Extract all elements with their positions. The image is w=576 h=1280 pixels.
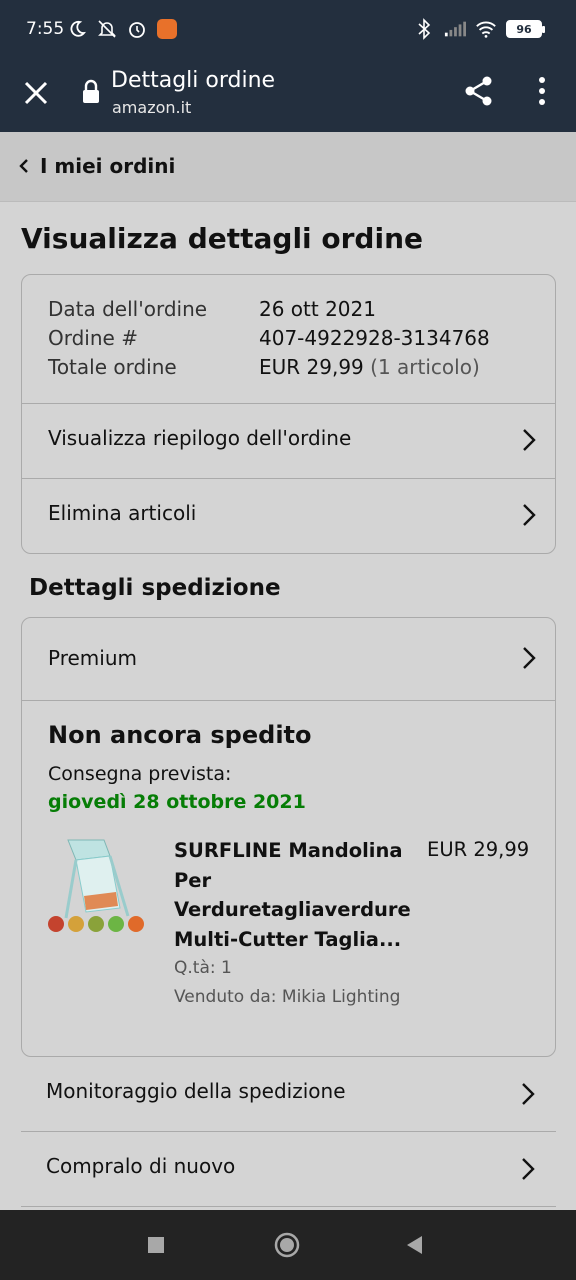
wifi-icon [475, 18, 497, 40]
square-icon [148, 1237, 164, 1253]
back-bar: I miei ordini [0, 132, 576, 202]
product-price: EUR 29,99 [427, 838, 530, 861]
lock-icon [80, 79, 102, 105]
alarm-icon [126, 18, 148, 40]
more-vert-icon [539, 77, 545, 105]
order-date-label: Data dell'ordine [48, 297, 208, 321]
premium-shipping-link[interactable]: Premium [22, 618, 555, 700]
shipment-status: Non ancora spedito [48, 721, 312, 749]
more-options-button[interactable] [530, 74, 554, 108]
share-button[interactable] [462, 74, 496, 108]
home-button[interactable] [271, 1229, 303, 1261]
status-icons-right: 96 [413, 18, 545, 40]
chevron-right-icon [522, 1158, 535, 1180]
delivery-date: giovedì 28 ottobre 2021 [48, 791, 306, 813]
back-link-label: I miei ordini [40, 154, 176, 178]
order-summary-link[interactable]: Visualizza riepilogo dell'ordine [22, 404, 555, 478]
premium-shipping-label: Premium [48, 646, 137, 670]
delete-items-link[interactable]: Elimina articoli [22, 479, 555, 553]
home-circle-icon [274, 1232, 300, 1258]
product-image[interactable] [46, 836, 150, 946]
chevron-left-icon [19, 159, 28, 173]
shipping-section-title: Dettagli spedizione [29, 575, 281, 601]
product-title-link[interactable]: SURFLINE Mandolina Per Verduretagliaverd… [174, 836, 412, 954]
browser-toolbar: Dettagli ordine amazon.it [0, 58, 576, 132]
back-button[interactable] [398, 1229, 430, 1261]
main-title: Visualizza dettagli ordine [21, 222, 423, 255]
moon-icon [66, 18, 88, 40]
close-icon [24, 81, 48, 105]
close-button[interactable] [20, 77, 52, 109]
order-total-items: (1 articolo) [370, 355, 480, 379]
bell-off-icon [96, 18, 118, 40]
page-domain: amazon.it [112, 98, 192, 117]
chevron-right-icon [522, 1083, 535, 1105]
chevron-right-icon [523, 647, 536, 669]
delete-items-link-label: Elimina articoli [48, 501, 197, 525]
back-triangle-icon [407, 1236, 422, 1254]
order-total-amount: EUR 29,99 [259, 355, 364, 379]
back-link-my-orders[interactable]: I miei ordini [18, 154, 175, 178]
recents-button[interactable] [140, 1229, 172, 1261]
buy-again-link[interactable]: Compralo di nuovo [21, 1132, 556, 1207]
order-summary-link-label: Visualizza riepilogo dell'ordine [48, 426, 352, 450]
status-bar: 7:55 96 [0, 0, 576, 58]
app-icon [156, 18, 178, 40]
chevron-right-icon [523, 504, 536, 526]
product-quantity: Q.tà: 1 [174, 958, 232, 978]
status-icons-left [66, 18, 178, 40]
signal-icon [444, 18, 466, 40]
share-icon [465, 76, 492, 106]
buy-again-label: Compralo di nuovo [46, 1154, 236, 1178]
order-total-value: EUR 29,99 (1 articolo) [259, 355, 480, 379]
order-number-label: Ordine # [48, 326, 138, 350]
track-shipment-label: Monitoraggio della spedizione [46, 1079, 346, 1103]
shipping-card: Premium Non ancora spedito Consegna prev… [21, 617, 556, 1057]
system-nav-bar [0, 1210, 576, 1280]
page-title: Dettagli ordine [111, 68, 276, 93]
order-number-value: 407-4922928-3134768 [259, 326, 490, 350]
order-date-value: 26 ott 2021 [259, 297, 376, 321]
track-shipment-link[interactable]: Monitoraggio della spedizione [21, 1057, 556, 1132]
delivery-label: Consegna prevista: [48, 763, 232, 785]
status-time: 7:55 [26, 19, 65, 39]
divider [22, 700, 555, 701]
battery-icon: 96 [506, 20, 545, 38]
order-total-label: Totale ordine [48, 355, 177, 379]
bluetooth-icon [413, 18, 435, 40]
product-seller: Venduto da: Mikia Lighting [174, 987, 401, 1007]
order-summary-card: Data dell'ordine 26 ott 2021 Ordine # 40… [21, 274, 556, 554]
chevron-right-icon [523, 429, 536, 451]
